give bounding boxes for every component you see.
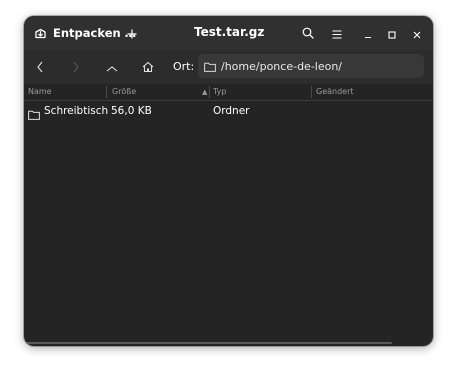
column-header-modified[interactable]: Geändert <box>312 84 422 100</box>
menu-button[interactable] <box>327 23 347 43</box>
back-button[interactable] <box>28 55 52 79</box>
package-extract-icon <box>34 27 47 40</box>
search-button[interactable] <box>298 23 318 43</box>
folder-icon <box>28 105 40 124</box>
column-separator[interactable] <box>106 86 107 98</box>
forward-button[interactable] <box>64 55 88 79</box>
archive-window: Entpacken … Test.tar.gz Ort: /home/ponce… <box>24 16 433 346</box>
header-bar: Entpacken … Test.tar.gz <box>24 16 433 50</box>
chevron-up-icon <box>106 58 118 77</box>
location-label: Ort: <box>173 60 195 73</box>
column-headers: Name Größe ▲ Typ Geändert <box>24 84 433 101</box>
maximize-button[interactable] <box>382 23 402 43</box>
folder-icon <box>204 57 216 76</box>
horizontal-scrollbar[interactable] <box>26 342 392 344</box>
column-header-size[interactable]: Größe <box>108 84 208 100</box>
up-button[interactable] <box>100 55 124 79</box>
sort-ascending-icon: ▲ <box>202 88 208 96</box>
chevron-right-icon <box>72 58 80 77</box>
row-name: Schreibtisch <box>44 105 109 117</box>
close-button[interactable] <box>407 23 427 43</box>
plus-icon <box>127 24 137 43</box>
location-path: /home/ponce-de-leon/ <box>221 59 343 73</box>
chevron-left-icon <box>36 58 44 77</box>
search-icon <box>302 24 314 43</box>
row-type: Ordner <box>213 105 250 117</box>
close-icon <box>413 24 421 43</box>
maximize-icon <box>388 24 396 43</box>
table-row[interactable]: Schreibtisch 56,0 KB Ordner <box>24 102 433 120</box>
minimize-icon <box>364 24 372 43</box>
location-field[interactable]: /home/ponce-de-leon/ <box>198 54 424 78</box>
new-button[interactable] <box>122 23 142 43</box>
home-button[interactable] <box>136 55 160 79</box>
minimize-button[interactable] <box>358 23 378 43</box>
column-header-type[interactable]: Typ <box>209 84 309 100</box>
column-header-name[interactable]: Name <box>24 84 106 100</box>
row-size: 56,0 KB <box>111 105 152 117</box>
hamburger-menu-icon <box>332 24 342 43</box>
window-title: Test.tar.gz <box>194 25 265 39</box>
location-toolbar: Ort: /home/ponce-de-leon/ <box>24 50 433 84</box>
home-icon <box>142 58 154 77</box>
